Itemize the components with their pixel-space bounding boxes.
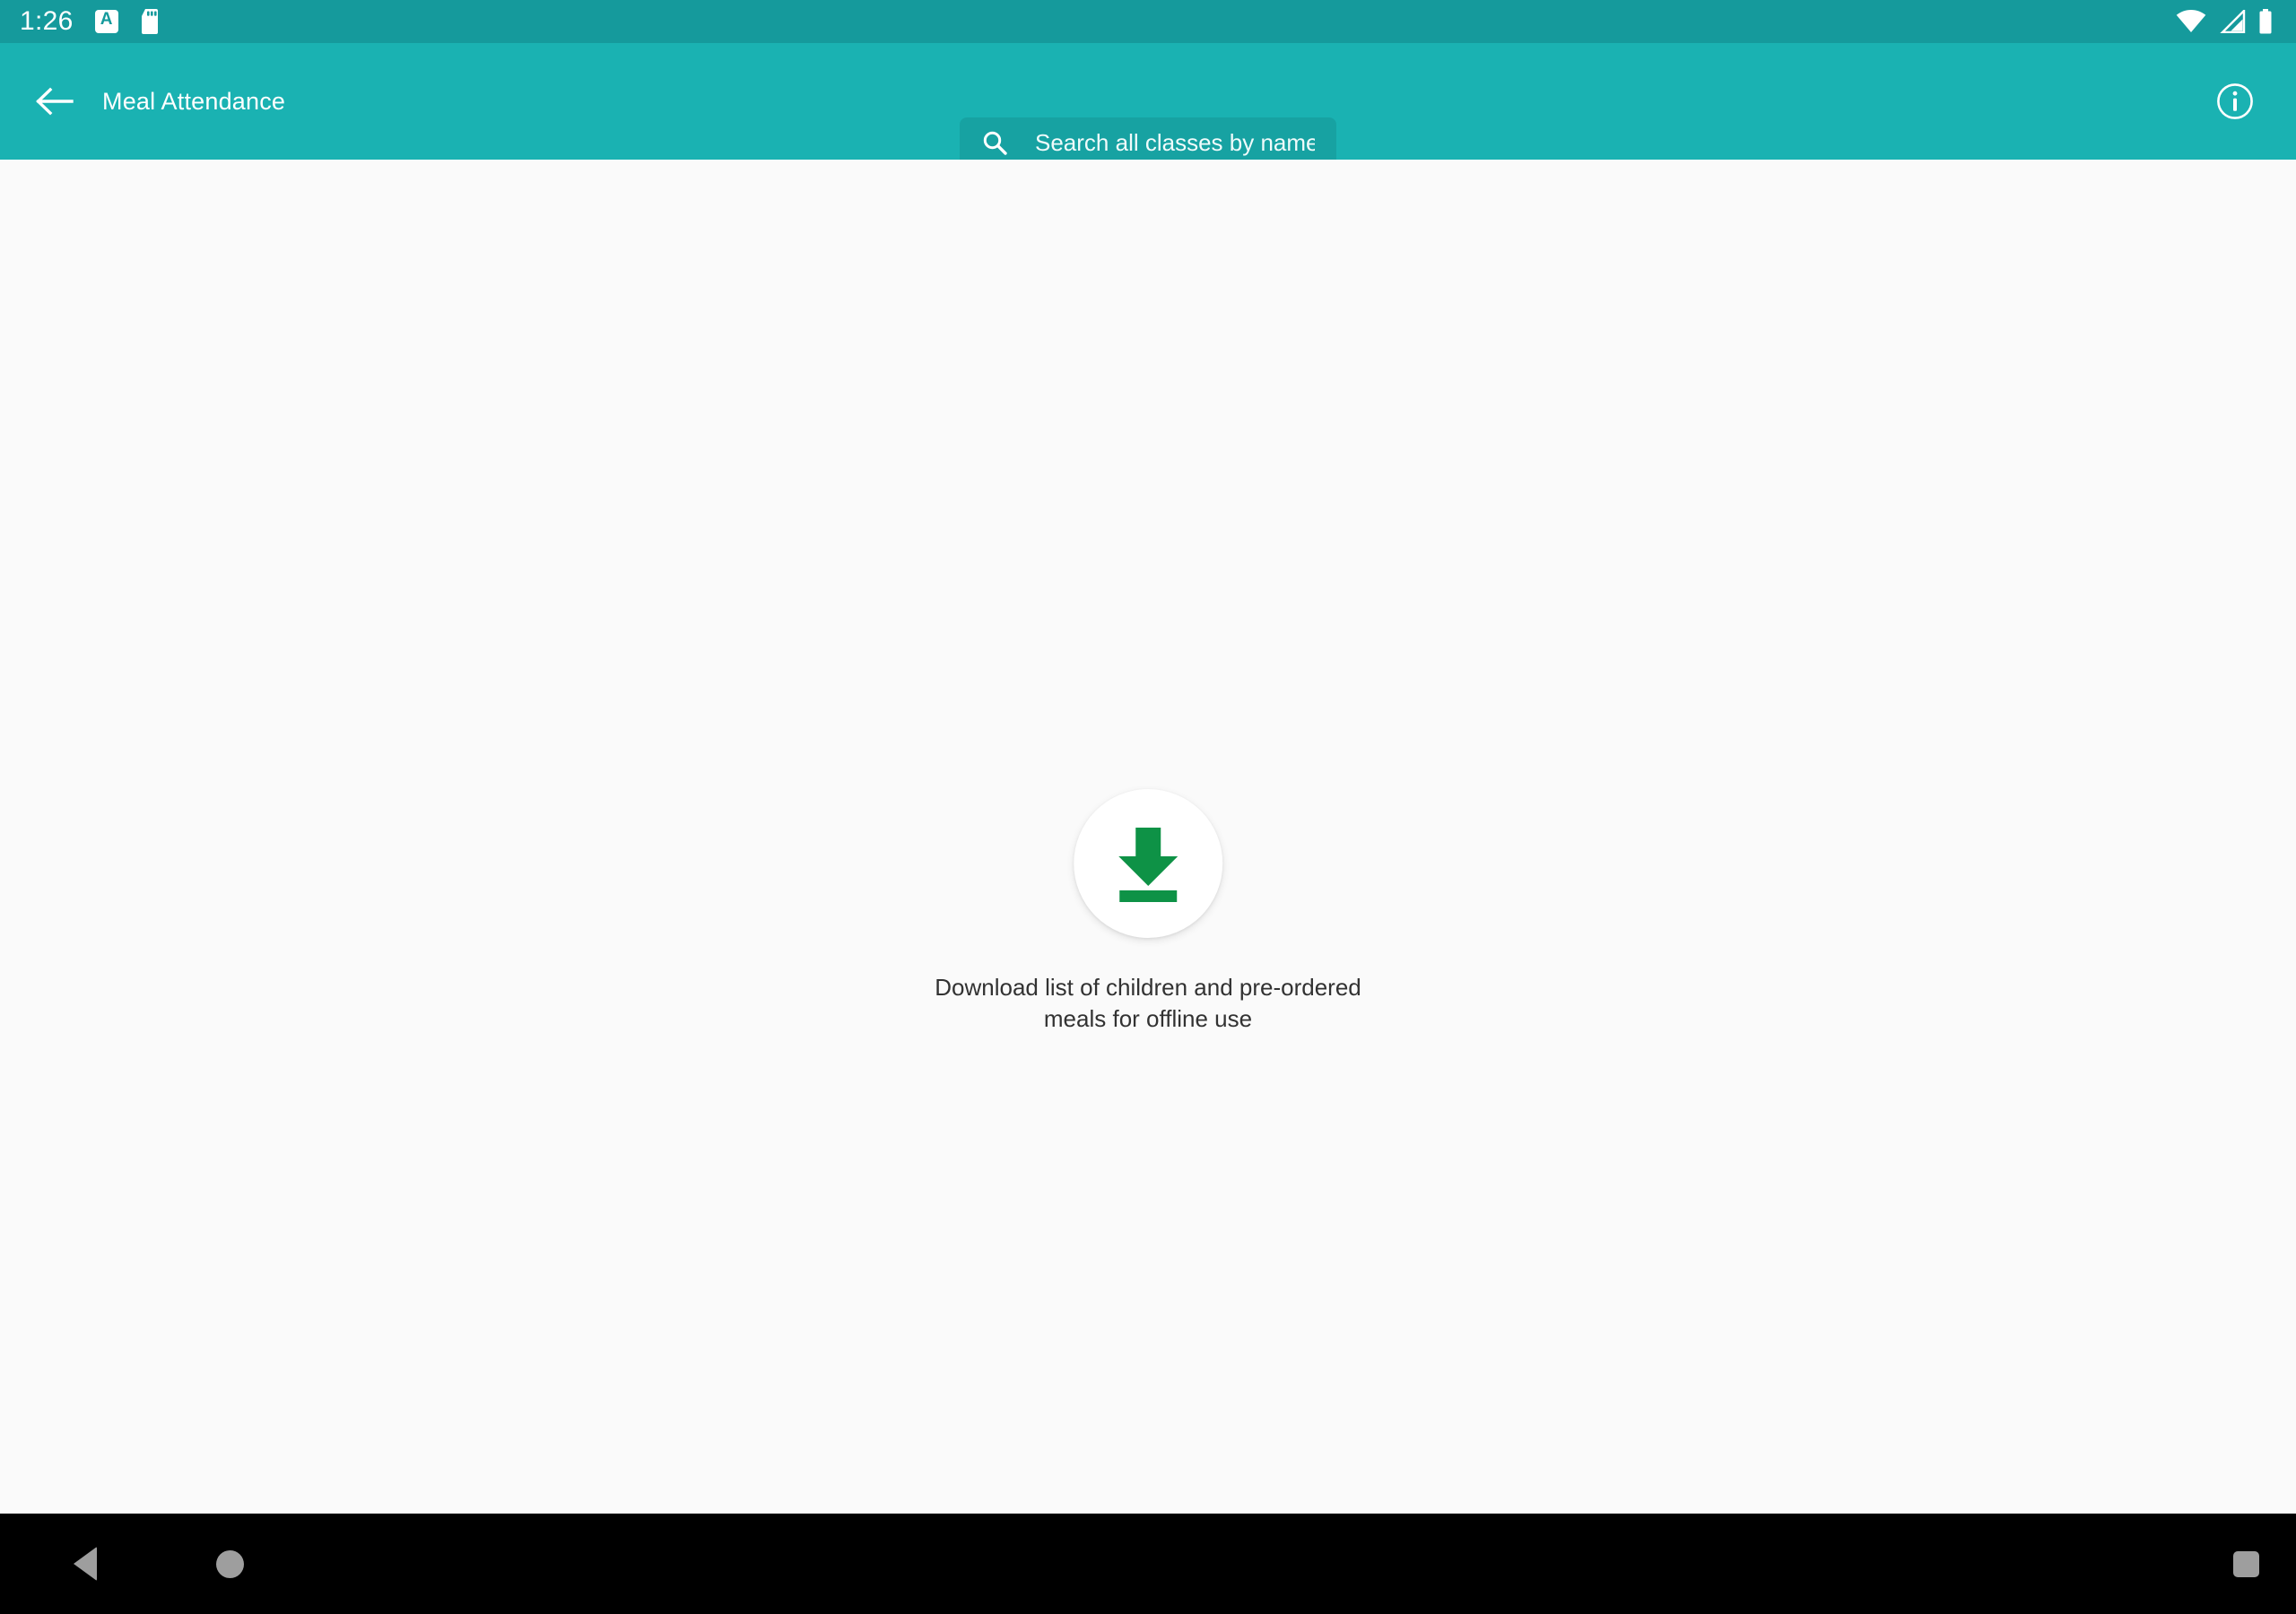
cellular-signal-icon [2219,10,2246,33]
square-icon [2232,1550,2259,1577]
nav-home-button[interactable] [176,1514,283,1614]
app-screen: 1:26 A Meal Attendance Search all classe… [0,0,2296,1614]
status-bar: 1:26 A [0,0,2296,43]
status-clock: 1:26 [20,6,74,36]
info-outline-icon [2217,83,2253,119]
battery-icon [2258,9,2273,34]
nav-back-button[interactable] [31,1514,139,1614]
status-bar-left: 1:26 A [20,8,161,35]
triangle-left-icon [74,1547,97,1581]
app-indicator-a-icon: A [94,10,118,33]
sd-card-icon [140,9,161,34]
download-button[interactable] [1074,789,1222,938]
content-area: Download list of children and pre-ordere… [0,160,2296,1514]
download-empty-state: Download list of children and pre-ordere… [935,789,1361,1034]
nav-recents-button[interactable] [2192,1514,2296,1614]
app-toolbar: Meal Attendance [0,43,2296,168]
circle-icon [215,1549,244,1578]
back-button[interactable] [27,74,81,128]
arrow-left-icon [36,87,74,116]
system-navigation-bar [0,1514,2296,1614]
download-icon [1105,820,1191,907]
empty-state-message: Download list of children and pre-ordere… [935,974,1361,1032]
info-button[interactable] [2206,73,2264,130]
wifi-icon [2176,10,2206,33]
search-icon [981,129,1008,156]
search-input[interactable] [1035,128,1315,157]
page-title: Meal Attendance [102,87,286,115]
status-bar-right [2176,9,2273,34]
